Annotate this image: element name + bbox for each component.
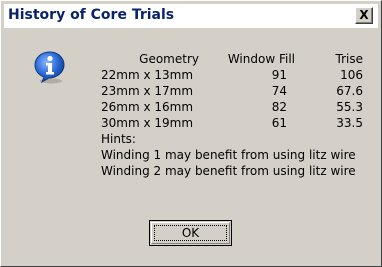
header-geometry: Geometry: [139, 52, 199, 66]
cell-geometry: 30mm x 19mm: [101, 116, 194, 130]
cell-window-fill: 74: [271, 84, 287, 98]
hint-line: Winding 2 may benefit from using litz wi…: [101, 164, 356, 178]
cell-geometry: 26mm x 16mm: [101, 100, 194, 114]
ok-button[interactable]: OK: [149, 220, 232, 246]
table-row: 22mm x 13mm 91 106: [101, 67, 373, 83]
header-trise: Trise: [335, 52, 363, 66]
dialog-title: History of Core Trials: [8, 7, 175, 23]
hint-line: Winding 1 may benefit from using litz wi…: [101, 148, 356, 162]
close-button[interactable]: X: [355, 7, 373, 24]
cell-trise: 55.3: [336, 100, 363, 114]
title-bar[interactable]: History of Core Trials X: [4, 4, 378, 28]
cell-trise: 106: [340, 68, 363, 82]
dialog-window: History of Core Trials X Geometry Window…: [0, 0, 382, 267]
cell-trise: 33.5: [336, 116, 363, 130]
ok-button-label: OK: [181, 226, 200, 240]
cell-geometry: 23mm x 17mm: [101, 84, 194, 98]
header-window-fill: Window Fill: [227, 52, 295, 66]
cell-geometry: 22mm x 13mm: [101, 68, 194, 82]
table-header-row: Geometry Window Fill Trise: [101, 51, 373, 67]
trials-table: Geometry Window Fill Trise 22mm x 13mm 9…: [101, 51, 373, 179]
table-row: 30mm x 19mm 61 33.5: [101, 115, 373, 131]
cell-window-fill: 82: [271, 100, 287, 114]
cell-window-fill: 91: [271, 68, 287, 82]
hints-label: Hints:: [101, 132, 136, 146]
cell-trise: 67.6: [336, 84, 363, 98]
info-icon: [34, 51, 65, 84]
cell-window-fill: 61: [271, 116, 287, 130]
table-row: 26mm x 16mm 82 55.3: [101, 99, 373, 115]
table-row: 23mm x 17mm 74 67.6: [101, 83, 373, 99]
